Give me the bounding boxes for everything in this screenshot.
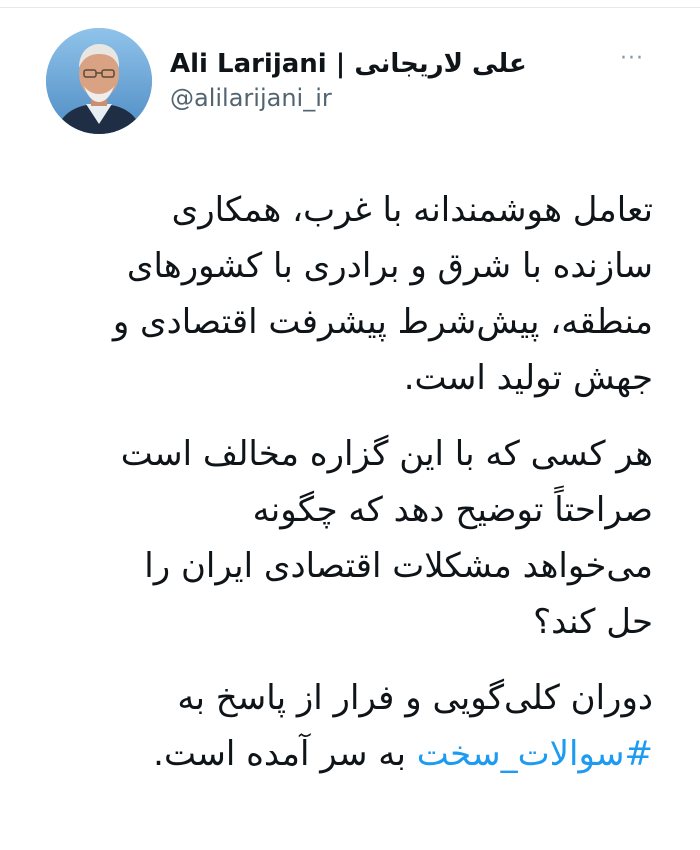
more-options-button[interactable]: ···: [610, 48, 654, 74]
text-line: دوران کلی‌گویی و فرار از پاسخ به: [177, 678, 653, 718]
text-line: تعامل هوشمندانه با غرب، همکاری: [171, 190, 653, 230]
text-line: هر کسی که با این گزاره مخالف است: [120, 434, 653, 474]
text-line: جهش تولید است.: [403, 358, 653, 398]
top-divider: [0, 7, 700, 8]
tweet-header: Ali Larijani | علی لاریجانی @alilarijani…: [46, 28, 654, 138]
text-line: منطقه، پیش‌شرط پیشرفت اقتصادی و: [112, 302, 653, 342]
text-fragment: به سر آمده است.: [153, 734, 417, 774]
tweet-paragraph: هر کسی که با این گزاره مخالف است صراحتاً…: [50, 426, 653, 650]
text-line: صراحتاً توضیح دهد که چگونه: [252, 490, 653, 530]
tweet-text: تعامل هوشمندانه با غرب، همکاری سازنده با…: [50, 182, 653, 802]
author-names: Ali Larijani | علی لاریجانی @alilarijani…: [170, 48, 527, 114]
text-line: حل کند؟: [533, 602, 653, 642]
display-name[interactable]: Ali Larijani | علی لاریجانی: [170, 48, 527, 80]
text-line-with-hashtag: #سوالات_سخت به سر آمده است.: [50, 726, 653, 782]
avatar[interactable]: [46, 28, 152, 134]
hashtag-link[interactable]: #سوالات_سخت: [417, 734, 653, 774]
tweet-paragraph: دوران کلی‌گویی و فرار از پاسخ به #سوالات…: [50, 670, 653, 782]
text-line: سازنده با شرق و برادری با کشورهای: [126, 246, 653, 286]
user-handle[interactable]: @alilarijani_ir: [170, 82, 527, 114]
profile-photo-icon: [46, 28, 152, 134]
text-line: می‌خواهد مشکلات اقتصادی ایران را: [144, 546, 653, 586]
tweet-paragraph: تعامل هوشمندانه با غرب، همکاری سازنده با…: [50, 182, 653, 406]
